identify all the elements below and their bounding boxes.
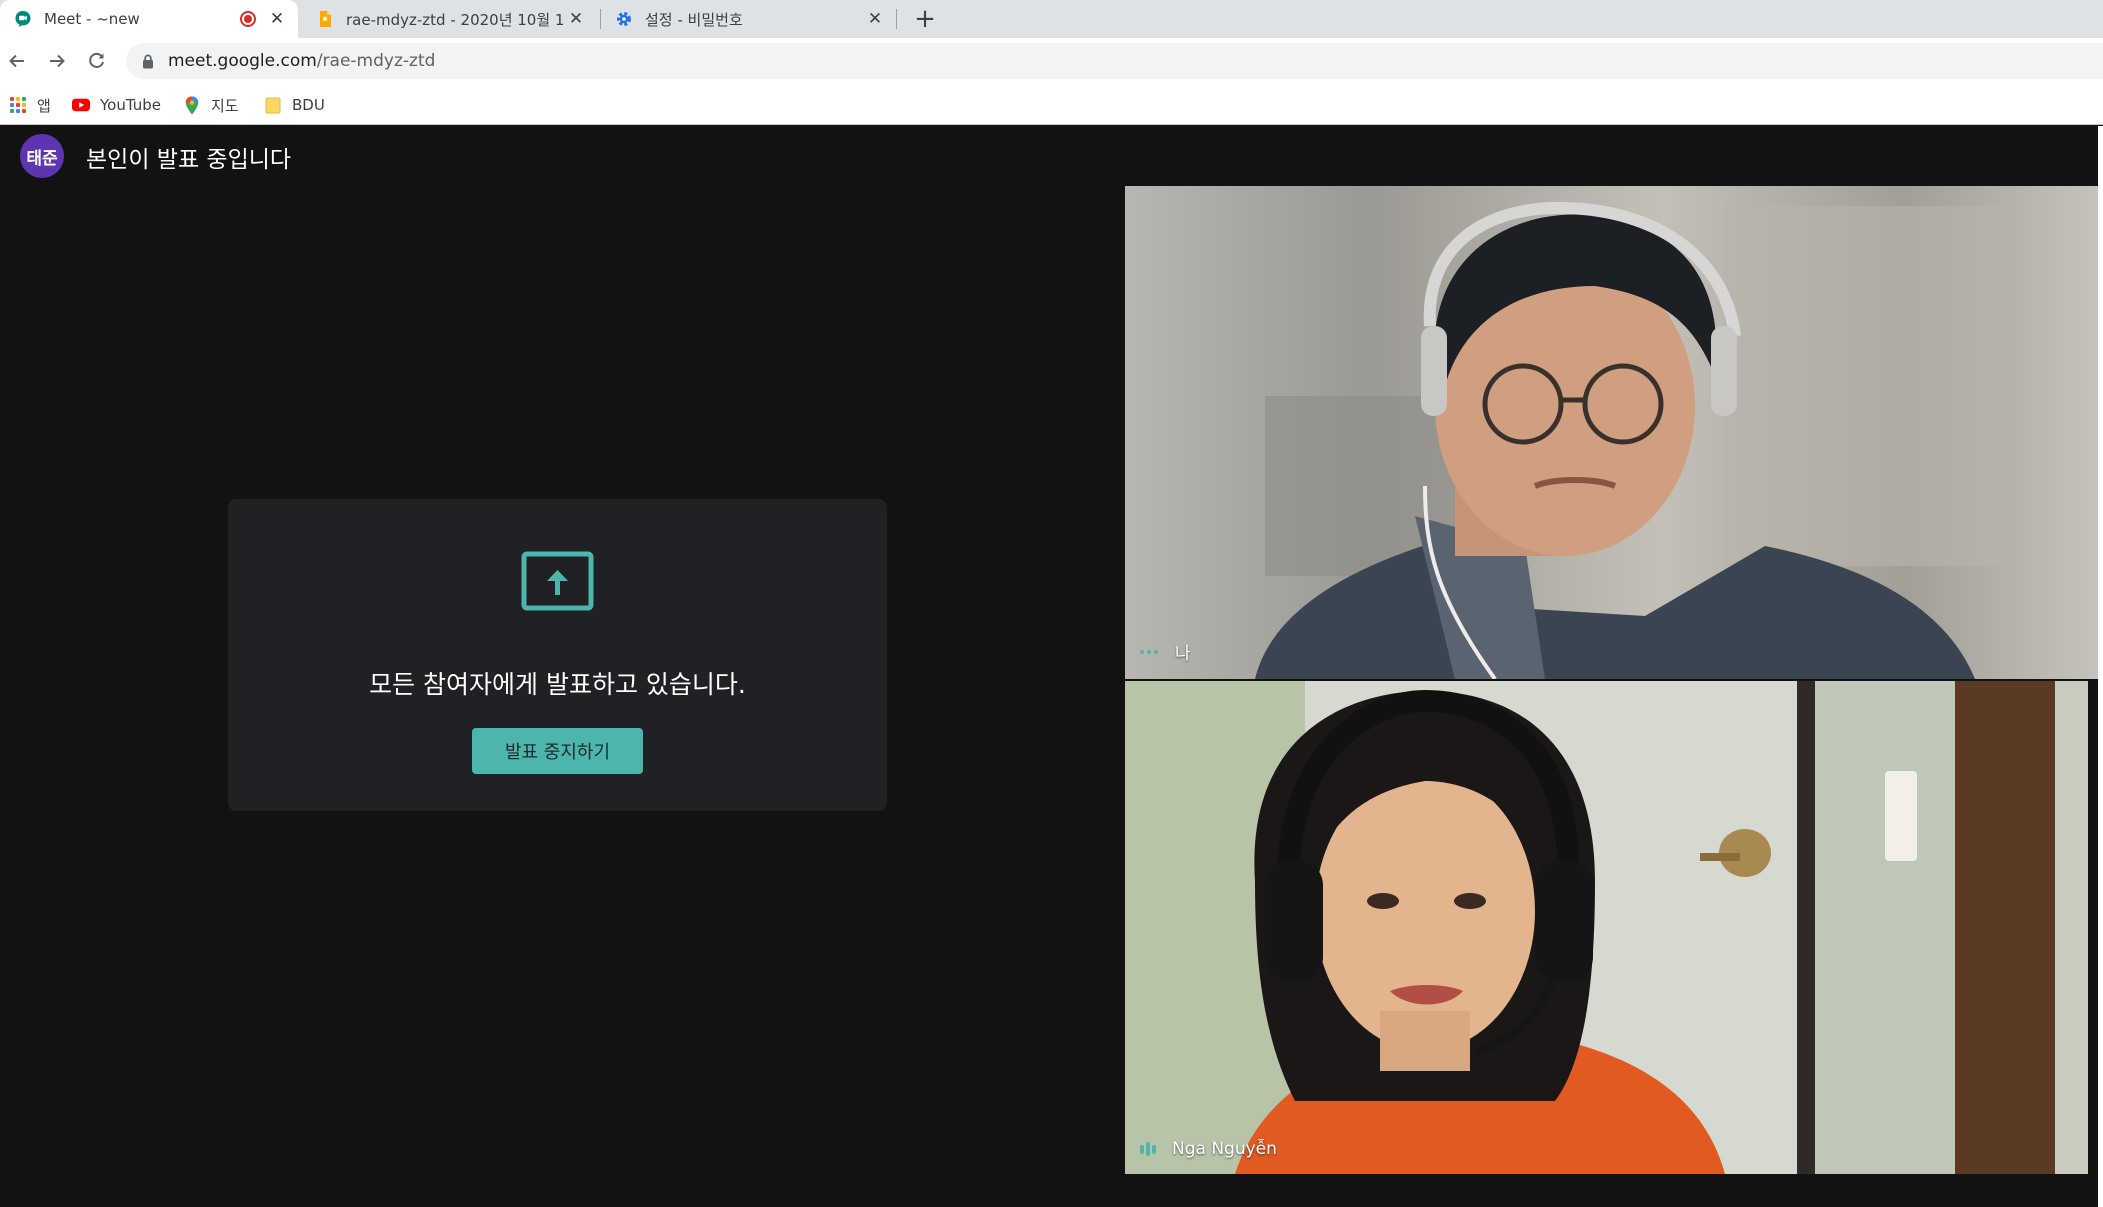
youtube-icon xyxy=(72,96,90,114)
bookmark-youtube[interactable]: YouTube xyxy=(72,94,161,116)
tab-keep[interactable]: rae-mdyz-ztd - 2020년 10월 19 ✕ xyxy=(302,0,597,38)
reload-button[interactable] xyxy=(80,44,114,78)
arrow-left-icon xyxy=(9,54,24,68)
folder-icon xyxy=(264,96,282,114)
bookmark-label: 앱 xyxy=(37,96,51,115)
participant-name: 나 xyxy=(1175,644,1191,664)
tab-title: Meet - ~new xyxy=(44,10,140,28)
tab-separator xyxy=(896,9,897,29)
back-button[interactable] xyxy=(0,44,34,78)
reload-icon xyxy=(89,52,104,68)
window-edge xyxy=(2098,126,2103,1207)
url-text: meet.google.com/rae-mdyz-ztd xyxy=(168,51,435,71)
tab-meet[interactable]: Meet - ~new ✕ xyxy=(0,0,298,38)
bookmark-maps[interactable]: 지도 xyxy=(183,94,239,116)
tab-close-icon[interactable]: ✕ xyxy=(864,8,886,30)
apps-grid-icon xyxy=(9,96,27,114)
bookmark-apps[interactable]: 앱 xyxy=(9,94,51,116)
address-bar[interactable]: meet.google.com/rae-mdyz-ztd xyxy=(126,43,2103,79)
avatar: 태준 xyxy=(20,134,64,178)
url-path: /rae-mdyz-ztd xyxy=(316,51,436,71)
browser-toolbar: meet.google.com/rae-mdyz-ztd xyxy=(0,38,2103,84)
presenting-header: 본인이 발표 중입니다 xyxy=(86,147,292,173)
bookmark-label: 지도 xyxy=(211,96,239,115)
chrome-settings-icon xyxy=(615,10,633,28)
forward-button[interactable] xyxy=(40,44,74,78)
url-host: meet.google.com xyxy=(168,51,317,71)
tab-close-icon[interactable]: ✕ xyxy=(565,8,587,30)
google-keep-icon xyxy=(316,10,334,28)
bookmarks-bar: 앱 YouTube 지도 BDU xyxy=(0,84,2103,125)
tab-title: rae-mdyz-ztd - 2020년 10월 19 xyxy=(346,10,565,29)
tab-title: 설정 - 비밀번호 xyxy=(645,10,743,29)
video-tile-participant[interactable]: Nga Nguyễn xyxy=(1125,681,2088,1174)
audio-level-bars-icon xyxy=(1140,1142,1158,1156)
present-to-all-icon xyxy=(521,551,594,611)
bookmark-bdu[interactable]: BDU xyxy=(264,94,325,116)
tab-close-icon[interactable]: ✕ xyxy=(266,8,288,30)
participant-label: Nga Nguyễn xyxy=(1140,1139,1277,1159)
participant-name: Nga Nguyễn xyxy=(1172,1139,1277,1159)
presentation-card: 모든 참여자에게 발표하고 있습니다. 발표 중지하기 xyxy=(228,499,887,811)
lock-icon xyxy=(140,53,156,69)
google-meet-icon xyxy=(14,10,32,28)
arrow-right-icon xyxy=(50,54,65,68)
speaking-dots-icon xyxy=(1140,649,1161,654)
participant-label: 나 xyxy=(1140,639,1191,664)
tab-strip: Meet - ~new ✕ rae-mdyz-ztd - 2020년 10월 1… xyxy=(0,0,2103,38)
meet-stage: 태준 본인이 발표 중입니다 모든 참여자에게 발표하고 있습니다. 발표 중지… xyxy=(0,126,2098,1207)
video-tile-self[interactable]: 나 xyxy=(1125,186,2098,679)
stop-presenting-button[interactable]: 발표 중지하기 xyxy=(472,728,643,774)
maps-pin-icon xyxy=(183,96,201,114)
bookmark-label: YouTube xyxy=(100,96,161,114)
participant-video-image xyxy=(1125,681,2088,1174)
bookmark-label: BDU xyxy=(292,96,325,114)
recording-indicator-icon xyxy=(240,11,256,27)
participant-video-image xyxy=(1255,201,2005,679)
presentation-message: 모든 참여자에게 발표하고 있습니다. xyxy=(369,670,746,699)
tab-settings[interactable]: 설정 - 비밀번호 ✕ xyxy=(601,0,896,38)
new-tab-button[interactable]: + xyxy=(910,4,940,34)
